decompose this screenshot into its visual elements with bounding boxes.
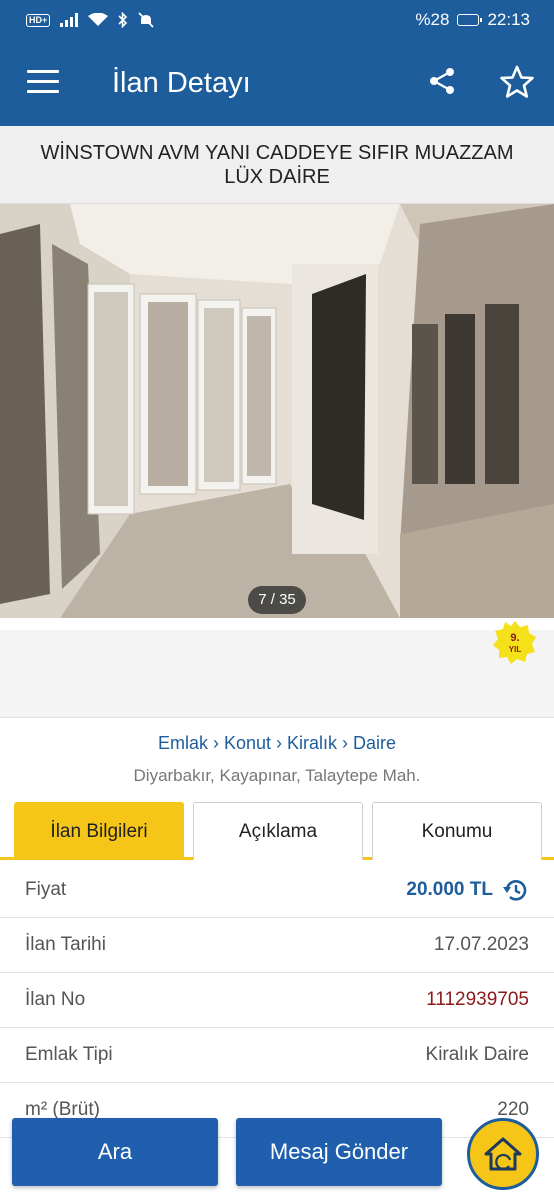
location-text: Diyarbakır, Kayapınar, Talaytepe Mah. bbox=[133, 766, 421, 785]
tab-ilan-bilgileri[interactable]: İlan Bilgileri bbox=[14, 802, 184, 860]
listing-info-table: Fiyat 20.000 TL İlan Tarihi 17.07.2023 İ… bbox=[0, 863, 554, 1138]
star-icon[interactable] bbox=[500, 65, 534, 99]
clock: 22:13 bbox=[487, 10, 530, 29]
info-row-price: Fiyat 20.000 TL bbox=[0, 863, 554, 918]
price-label: Fiyat bbox=[25, 879, 67, 900]
property-type-value: Kiralık Daire bbox=[425, 1044, 529, 1065]
send-message-button[interactable]: Mesaj Gönder bbox=[236, 1118, 442, 1186]
listing-no-label: İlan No bbox=[25, 989, 86, 1010]
home-icon bbox=[484, 1137, 522, 1171]
battery-icon bbox=[457, 14, 483, 26]
call-button[interactable]: Ara bbox=[12, 1118, 218, 1186]
signal-icon bbox=[60, 13, 79, 27]
price-value-group: 20.000 TL bbox=[406, 877, 529, 903]
info-row-listing-no: İlan No 1112939705 bbox=[0, 973, 554, 1028]
status-right: %28 22:13 bbox=[415, 10, 530, 30]
svg-text:YIL: YIL bbox=[509, 645, 522, 654]
listing-title: WİNSTOWN AVM YANI CADDEYE SIFIR MUAZZAM … bbox=[0, 126, 554, 204]
mute-icon bbox=[138, 12, 154, 28]
tab-aciklama[interactable]: Açıklama bbox=[193, 802, 363, 860]
info-row-date: İlan Tarihi 17.07.2023 bbox=[0, 918, 554, 973]
home-fab-button[interactable] bbox=[467, 1118, 539, 1190]
listing-no-value: 1112939705 bbox=[426, 989, 529, 1010]
date-value: 17.07.2023 bbox=[433, 934, 529, 955]
status-bar: HD+ %28 22:13 bbox=[0, 0, 554, 40]
page-title: İlan Detayı bbox=[112, 67, 251, 99]
price-value: 20.000 TL bbox=[406, 879, 493, 900]
category-breadcrumb[interactable]: Emlak › Konut › Kiralık › Daire bbox=[0, 733, 554, 754]
detail-tabs: İlan Bilgileri Açıklama Konumu bbox=[0, 802, 554, 860]
date-label: İlan Tarihi bbox=[25, 934, 106, 955]
store-section bbox=[0, 630, 554, 718]
share-icon[interactable] bbox=[428, 67, 456, 95]
price-history-icon[interactable] bbox=[503, 877, 529, 903]
photo-gallery[interactable] bbox=[0, 204, 554, 618]
status-left: HD+ bbox=[26, 12, 154, 28]
membership-year-badge: 9. YIL bbox=[493, 621, 536, 664]
wifi-icon bbox=[88, 13, 109, 26]
svg-text:9.: 9. bbox=[510, 632, 519, 644]
battery-text: %28 bbox=[415, 10, 450, 29]
listing-photo bbox=[0, 204, 554, 618]
bluetooth-icon bbox=[118, 12, 128, 28]
photo-counter: 7 / 35 bbox=[248, 586, 306, 614]
menu-icon[interactable] bbox=[27, 70, 59, 94]
store-name-link[interactable]: ERSİN 2 EMLAK bbox=[0, 46, 554, 69]
property-type-label: Emlak Tipi bbox=[25, 1044, 113, 1065]
tab-konumu[interactable]: Konumu bbox=[372, 802, 542, 860]
hd-indicator: HD+ bbox=[26, 13, 51, 27]
info-row-property-type: Emlak Tipi Kiralık Daire bbox=[0, 1028, 554, 1083]
